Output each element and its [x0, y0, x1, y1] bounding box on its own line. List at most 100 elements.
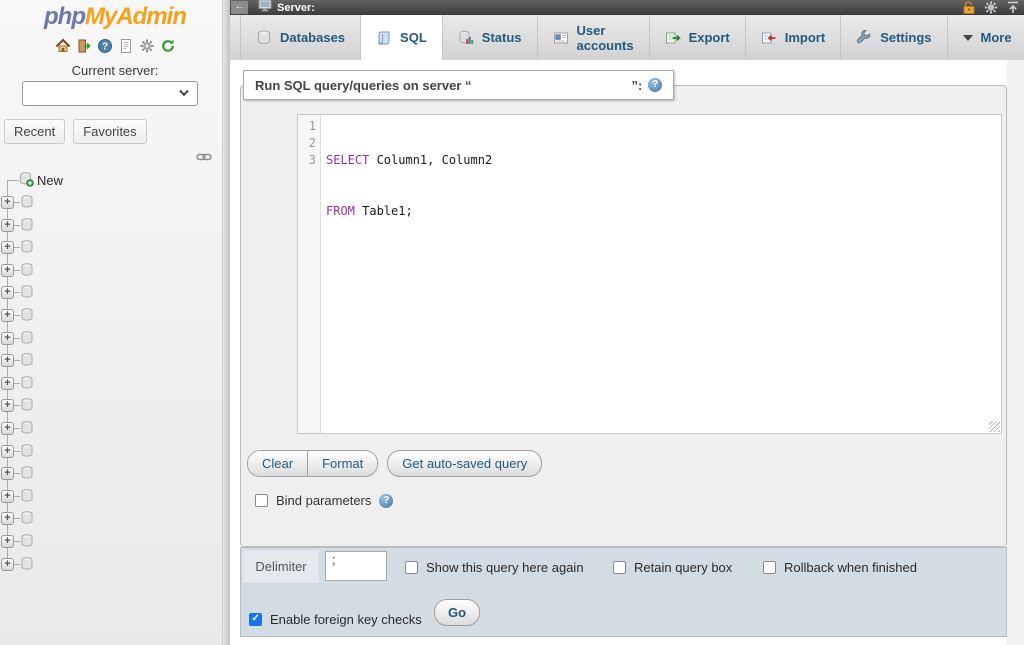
expand-plus-icon[interactable]: + — [1, 467, 14, 480]
reload-navigation-icon[interactable] — [160, 38, 176, 54]
bind-parameters-help-icon[interactable]: ? — [379, 494, 393, 508]
database-tree-row[interactable]: + — [0, 350, 222, 373]
svg-text:?: ? — [101, 41, 107, 52]
expand-plus-icon[interactable]: + — [1, 264, 14, 277]
database-tree-row[interactable]: + — [0, 192, 222, 215]
database-tree-row[interactable]: + — [0, 237, 222, 260]
database-tree-row[interactable]: + — [0, 554, 222, 577]
back-arrow-button[interactable]: ← — [231, 1, 248, 14]
scroll-top-icon[interactable] — [1006, 1, 1020, 14]
database-tree-row[interactable]: + — [0, 395, 222, 418]
mysql-docs-icon[interactable] — [118, 38, 134, 54]
home-icon[interactable] — [55, 38, 71, 54]
clear-button[interactable]: Clear — [248, 451, 307, 476]
query-panel-title: Run SQL query/queries on server “ ”: ? — [243, 70, 674, 100]
expand-plus-icon[interactable]: + — [1, 535, 14, 548]
database-icon — [20, 218, 34, 237]
new-database-item[interactable]: New — [0, 169, 222, 192]
database-tree-row[interactable]: + — [0, 531, 222, 554]
database-icon — [20, 511, 34, 530]
bind-parameters-row: Bind parameters ? — [255, 493, 393, 508]
page-scrollbar-track[interactable] — [1007, 60, 1024, 645]
get-autosaved-query-button[interactable]: Get auto-saved query — [387, 450, 542, 477]
format-button[interactable]: Format — [307, 451, 377, 476]
help-doc-icon[interactable]: ? — [97, 38, 113, 54]
clear-format-group: Clear Format — [247, 450, 378, 477]
phpmyadmin-app: phpMyAdmin ? Current server: — [0, 0, 1024, 645]
sidebar-nav-icons: ? — [0, 37, 230, 54]
enable-foreign-key-label: Enable foreign key checks — [270, 612, 422, 627]
recent-tab[interactable]: Recent — [4, 119, 65, 144]
database-tree-row[interactable]: + — [0, 305, 222, 328]
tab-label: Import — [785, 30, 825, 45]
tab-settings[interactable]: Settings — [841, 15, 947, 60]
database-tree-row[interactable]: + — [0, 328, 222, 351]
database-tree-row[interactable]: + — [0, 215, 222, 238]
expand-plus-icon[interactable]: + — [1, 219, 14, 232]
phpmyadmin-logo[interactable]: phpMyAdmin — [0, 0, 230, 31]
sql-help-icon[interactable]: ? — [648, 78, 662, 92]
navigation-sidebar: phpMyAdmin ? Current server: — [0, 0, 230, 645]
database-icon — [20, 240, 34, 259]
tab-label: Settings — [880, 30, 931, 45]
tab-status[interactable]: Status — [443, 15, 538, 60]
database-tree-row[interactable]: + — [0, 418, 222, 441]
tab-databases[interactable]: Databases — [240, 15, 361, 60]
rollback-checkbox[interactable] — [763, 561, 776, 574]
settings-gear-icon[interactable] — [139, 38, 155, 54]
enable-foreign-key-checkbox[interactable] — [249, 613, 262, 626]
bind-parameters-checkbox[interactable] — [255, 494, 268, 507]
database-tree-row[interactable]: + — [0, 486, 222, 509]
expand-plus-icon[interactable]: + — [1, 490, 14, 503]
expand-plus-icon[interactable]: + — [1, 445, 14, 458]
database-tree-row[interactable]: + — [0, 463, 222, 486]
database-icon — [20, 444, 34, 463]
database-tree-row[interactable]: + — [0, 373, 222, 396]
tab-user-accounts[interactable]: User accounts — [538, 15, 650, 60]
expand-plus-icon[interactable]: + — [1, 558, 14, 571]
code-line: SELECT Column1, Column2 — [326, 152, 492, 169]
page-settings-gear-icon[interactable] — [984, 1, 998, 14]
lock-icon[interactable] — [962, 1, 976, 14]
expand-plus-icon[interactable]: + — [1, 241, 14, 254]
line-number: 1 — [298, 118, 316, 135]
database-tree-row[interactable]: + — [0, 441, 222, 464]
delimiter-input[interactable]: ; — [325, 551, 387, 581]
expand-plus-icon[interactable]: + — [1, 399, 14, 412]
retain-query-box-checkbox[interactable] — [613, 561, 626, 574]
link-with-main-icon[interactable] — [196, 150, 212, 163]
sql-editor[interactable]: 1 2 3 SELECT Column1, Column2 FROM Table… — [297, 114, 1002, 434]
tab-import[interactable]: Import — [746, 15, 841, 60]
expand-plus-icon[interactable]: + — [1, 512, 14, 525]
tab-more[interactable]: More — [948, 15, 1024, 60]
logout-icon[interactable] — [76, 38, 92, 54]
editor-resize-grip[interactable] — [989, 421, 1000, 432]
tab-sql[interactable]: SQL — [361, 15, 443, 60]
expand-plus-icon[interactable]: + — [1, 354, 14, 367]
database-tree-row[interactable]: + — [0, 508, 222, 531]
expand-plus-icon[interactable]: + — [1, 286, 14, 299]
expand-plus-icon[interactable]: + — [1, 309, 14, 322]
server-title-bar: ← Server: — [230, 0, 1024, 15]
database-icon — [20, 285, 34, 304]
expand-plus-icon[interactable]: + — [1, 332, 14, 345]
sidebar-resize-handle[interactable] — [222, 0, 230, 645]
database-tree-row[interactable]: + — [0, 260, 222, 283]
new-database-icon — [19, 172, 34, 192]
expand-plus-icon[interactable]: + — [1, 422, 14, 435]
tab-export[interactable]: Export — [650, 15, 746, 60]
show-query-again-checkbox[interactable] — [405, 561, 418, 574]
tab-label: User accounts — [577, 23, 634, 53]
expand-plus-icon[interactable]: + — [1, 377, 14, 390]
expand-plus-icon[interactable]: + — [1, 196, 14, 209]
database-tree-row[interactable]: + — [0, 282, 222, 305]
favorites-tab[interactable]: Favorites — [73, 119, 146, 144]
sql-icon — [376, 30, 392, 46]
editor-code[interactable]: SELECT Column1, Column2 FROM Table1; — [321, 115, 492, 433]
server-select[interactable] — [22, 81, 198, 106]
query-title-suffix: ”: — [632, 78, 643, 93]
recent-favorites-tabs: Recent Favorites — [4, 119, 147, 144]
logo-myadmin: MyAdmin — [85, 3, 186, 30]
go-button[interactable]: Go — [434, 599, 480, 626]
server-tab-bar: Databases SQL Status User accounts Expor… — [230, 15, 1024, 60]
